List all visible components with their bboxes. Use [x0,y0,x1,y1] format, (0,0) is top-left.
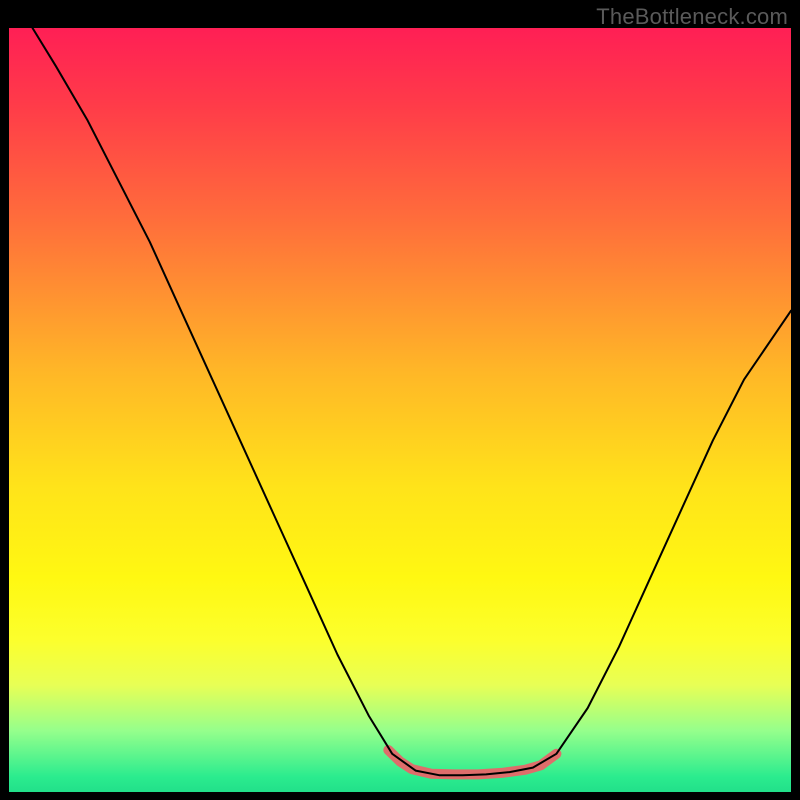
chart-background [9,28,791,792]
chart-frame [9,28,791,792]
bottleneck-chart [9,28,791,792]
watermark-text: TheBottleneck.com [596,4,788,30]
